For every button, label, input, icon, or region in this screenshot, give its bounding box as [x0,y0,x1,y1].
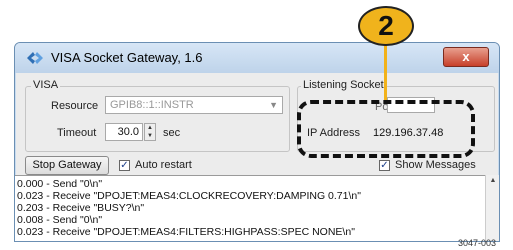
chevron-down-icon[interactable]: ▼ [269,97,278,113]
auto-restart-label: Auto restart [135,159,192,171]
app-icon [27,52,43,64]
callout-number-badge: 2 [358,6,414,46]
spin-down-icon[interactable]: ▼ [145,132,155,140]
resource-value: GPIB8::1::INSTR [110,99,194,111]
resource-select[interactable]: GPIB8::1::INSTR ▼ [105,96,283,114]
timeout-label: Timeout [57,127,97,139]
show-messages-label: Show Messages [395,159,476,171]
title-bar: VISA Socket Gateway, 1.6 x [15,43,499,73]
timeout-input[interactable]: 30.0 [105,123,143,141]
resource-label: Resource [51,100,99,112]
timeout-value: 30.0 [117,126,139,138]
log-scrollbar[interactable]: ▲ [485,175,499,241]
log-line: 0.023 - Receive "DPOJET:MEAS4:FILTERS:HI… [17,226,355,238]
log-line: 0.000 - Send "0\n" [17,178,103,190]
auto-restart-checkbox[interactable]: ✓ [119,160,130,171]
close-button[interactable]: x [443,47,489,67]
timeout-spinner[interactable]: ▲ ▼ [144,123,156,141]
window-title: VISA Socket Gateway, 1.6 [51,50,203,65]
show-messages-checkbox[interactable]: ✓ [379,160,390,171]
stop-gateway-button[interactable]: Stop Gateway [25,156,109,175]
spin-up-icon[interactable]: ▲ [145,124,155,132]
log-line: 0.203 - Receive "BUSY?\n" [17,202,145,214]
figure-id: 3047-003 [458,238,497,248]
callout-highlight-box [297,100,475,158]
message-log[interactable]: 0.000 - Send "0\n" 0.023 - Receive "DPOJ… [15,175,499,241]
callout-leader-line [384,42,387,102]
timeout-unit: sec [163,127,181,139]
listening-socket-label: Listening Socket [301,79,386,91]
scroll-up-icon[interactable]: ▲ [486,177,499,184]
log-line: 0.008 - Send "0\n" [17,214,103,226]
visa-group-label: VISA [31,79,61,91]
log-line: 0.023 - Receive "DPOJET:MEAS4:CLOCKRECOV… [17,190,361,202]
